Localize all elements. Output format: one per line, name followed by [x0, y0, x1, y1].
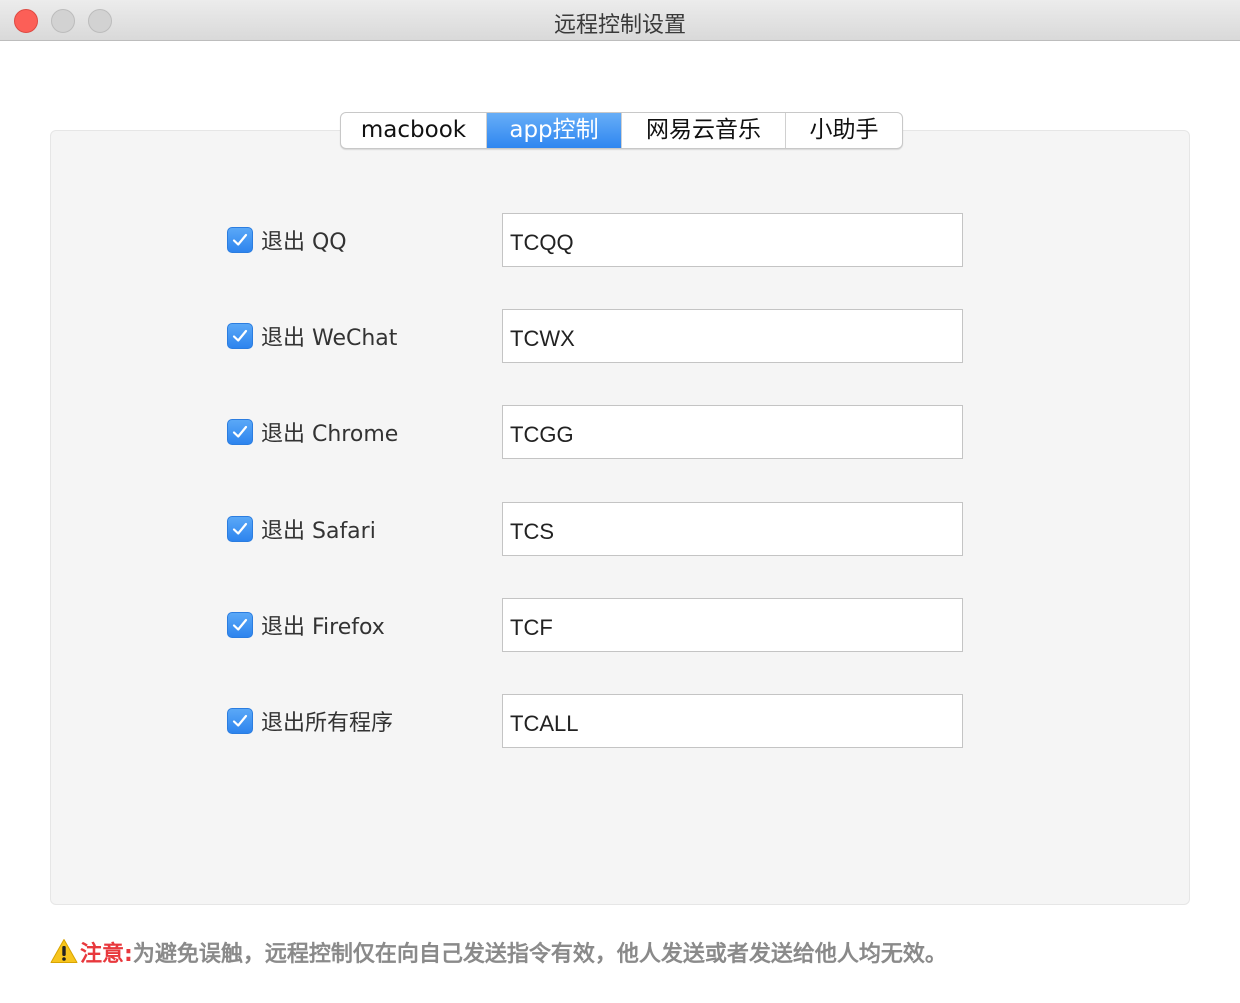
setting-row-quit-safari: 退出 Safari: [227, 502, 967, 556]
warning-note: 注意:为避免误触，远程控制仅在向自己发送指令有效，他人发送或者发送给他人均无效。: [50, 936, 947, 968]
warning-icon: [50, 939, 78, 963]
setting-row-quit-firefox: 退出 Firefox: [227, 598, 967, 652]
setting-row-quit-chrome: 退出 Chrome: [227, 405, 967, 459]
quit-firefox-checkbox[interactable]: [227, 612, 253, 638]
quit-firefox-label: 退出 Firefox: [261, 615, 385, 640]
quit-chrome-label: 退出 Chrome: [261, 422, 399, 447]
quit-qq-command-input[interactable]: [502, 213, 963, 267]
warning-text: 为避免误触，远程控制仅在向自己发送指令有效，他人发送或者发送给他人均无效。: [132, 942, 947, 967]
quit-wechat-command-input[interactable]: [502, 309, 963, 363]
tab-macbook[interactable]: macbook: [341, 113, 487, 148]
checkmark-icon: [232, 714, 248, 727]
quit-firefox-command-input[interactable]: [502, 598, 963, 652]
checkmark-icon: [232, 329, 248, 342]
setting-row-quit-qq: 退出 QQ: [227, 213, 967, 267]
quit-all-command-input[interactable]: [502, 694, 963, 748]
tab-app-control[interactable]: app控制: [487, 113, 622, 148]
quit-safari-command-input[interactable]: [502, 502, 963, 556]
quit-safari-checkbox[interactable]: [227, 516, 253, 542]
quit-wechat-checkbox[interactable]: [227, 323, 253, 349]
setting-row-quit-wechat: 退出 WeChat: [227, 309, 967, 363]
quit-chrome-command-input[interactable]: [502, 405, 963, 459]
title-bar[interactable]: 远程控制设置: [0, 0, 1240, 41]
checkmark-icon: [232, 233, 248, 246]
quit-all-checkbox[interactable]: [227, 708, 253, 734]
warning-label: 注意:: [80, 942, 133, 967]
settings-window: 远程控制设置 macbook app控制 网易云音乐 小助手 退出 QQ 退出 …: [0, 0, 1240, 1003]
quit-chrome-checkbox[interactable]: [227, 419, 253, 445]
setting-row-quit-all: 退出所有程序: [227, 694, 967, 748]
quit-all-label: 退出所有程序: [261, 711, 394, 736]
checkmark-icon: [232, 425, 248, 438]
window-title: 远程控制设置: [553, 13, 686, 38]
quit-qq-label: 退出 QQ: [261, 230, 347, 255]
checkmark-icon: [232, 522, 248, 535]
quit-qq-checkbox[interactable]: [227, 227, 253, 253]
tab-netease-music[interactable]: 网易云音乐: [622, 113, 786, 148]
tab-bar: macbook app控制 网易云音乐 小助手: [340, 112, 903, 149]
quit-safari-label: 退出 Safari: [261, 519, 376, 544]
checkmark-icon: [232, 618, 248, 631]
quit-wechat-label: 退出 WeChat: [261, 326, 398, 351]
tab-assistant[interactable]: 小助手: [786, 113, 902, 148]
